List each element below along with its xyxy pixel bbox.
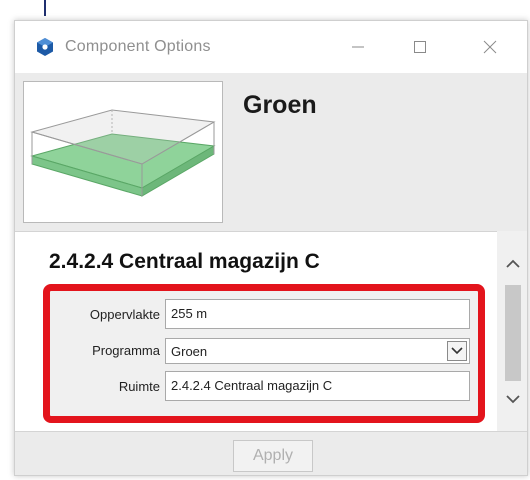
scroll-up-icon[interactable] <box>503 253 523 273</box>
oppervlakte-label: Oppervlakte <box>89 307 160 322</box>
oppervlakte-field[interactable]: 255 m <box>165 299 470 329</box>
programma-selected-value: Groen <box>171 344 208 359</box>
minimize-icon <box>352 46 364 48</box>
minimize-button[interactable] <box>335 29 381 65</box>
chevron-down-icon[interactable] <box>447 341 467 361</box>
maximize-icon <box>414 41 426 53</box>
apply-button[interactable]: Apply <box>233 440 313 472</box>
vertical-scrollbar[interactable] <box>497 231 527 431</box>
screenshot-stage: Component Options Groen 2.4.2.4 Centraal… <box>0 0 530 480</box>
sketchup-icon <box>35 37 55 57</box>
title-bar[interactable]: Component Options <box>15 21 527 73</box>
section-title: 2.4.2.4 Centraal magazijn C <box>49 250 320 273</box>
window-title: Component Options <box>65 38 211 55</box>
attributes-panel: 2.4.2.4 Centraal magazijn C Oppervlakte … <box>15 231 527 431</box>
close-icon <box>483 40 497 54</box>
green-box-thumbnail <box>30 109 216 197</box>
ruimte-label: Ruimte <box>118 379 160 394</box>
programma-label: Programma <box>92 343 160 358</box>
background-line <box>44 0 46 16</box>
component-header: Groen <box>15 73 527 231</box>
close-button[interactable] <box>467 29 513 65</box>
component-thumbnail <box>23 81 223 223</box>
ruimte-field[interactable]: 2.4.2.4 Centraal magazijn C <box>165 371 470 401</box>
component-name: Groen <box>243 91 317 119</box>
scroll-down-icon[interactable] <box>503 389 523 409</box>
maximize-button[interactable] <box>397 29 443 65</box>
highlight-box: Oppervlakte 255 m Programma Groen Ruimte… <box>43 284 485 423</box>
dialog-footer: Apply <box>15 431 527 475</box>
programma-select[interactable]: Groen <box>165 338 470 364</box>
scroll-thumb[interactable] <box>505 285 521 381</box>
component-options-window: Component Options Groen 2.4.2.4 Centraal… <box>14 20 528 476</box>
